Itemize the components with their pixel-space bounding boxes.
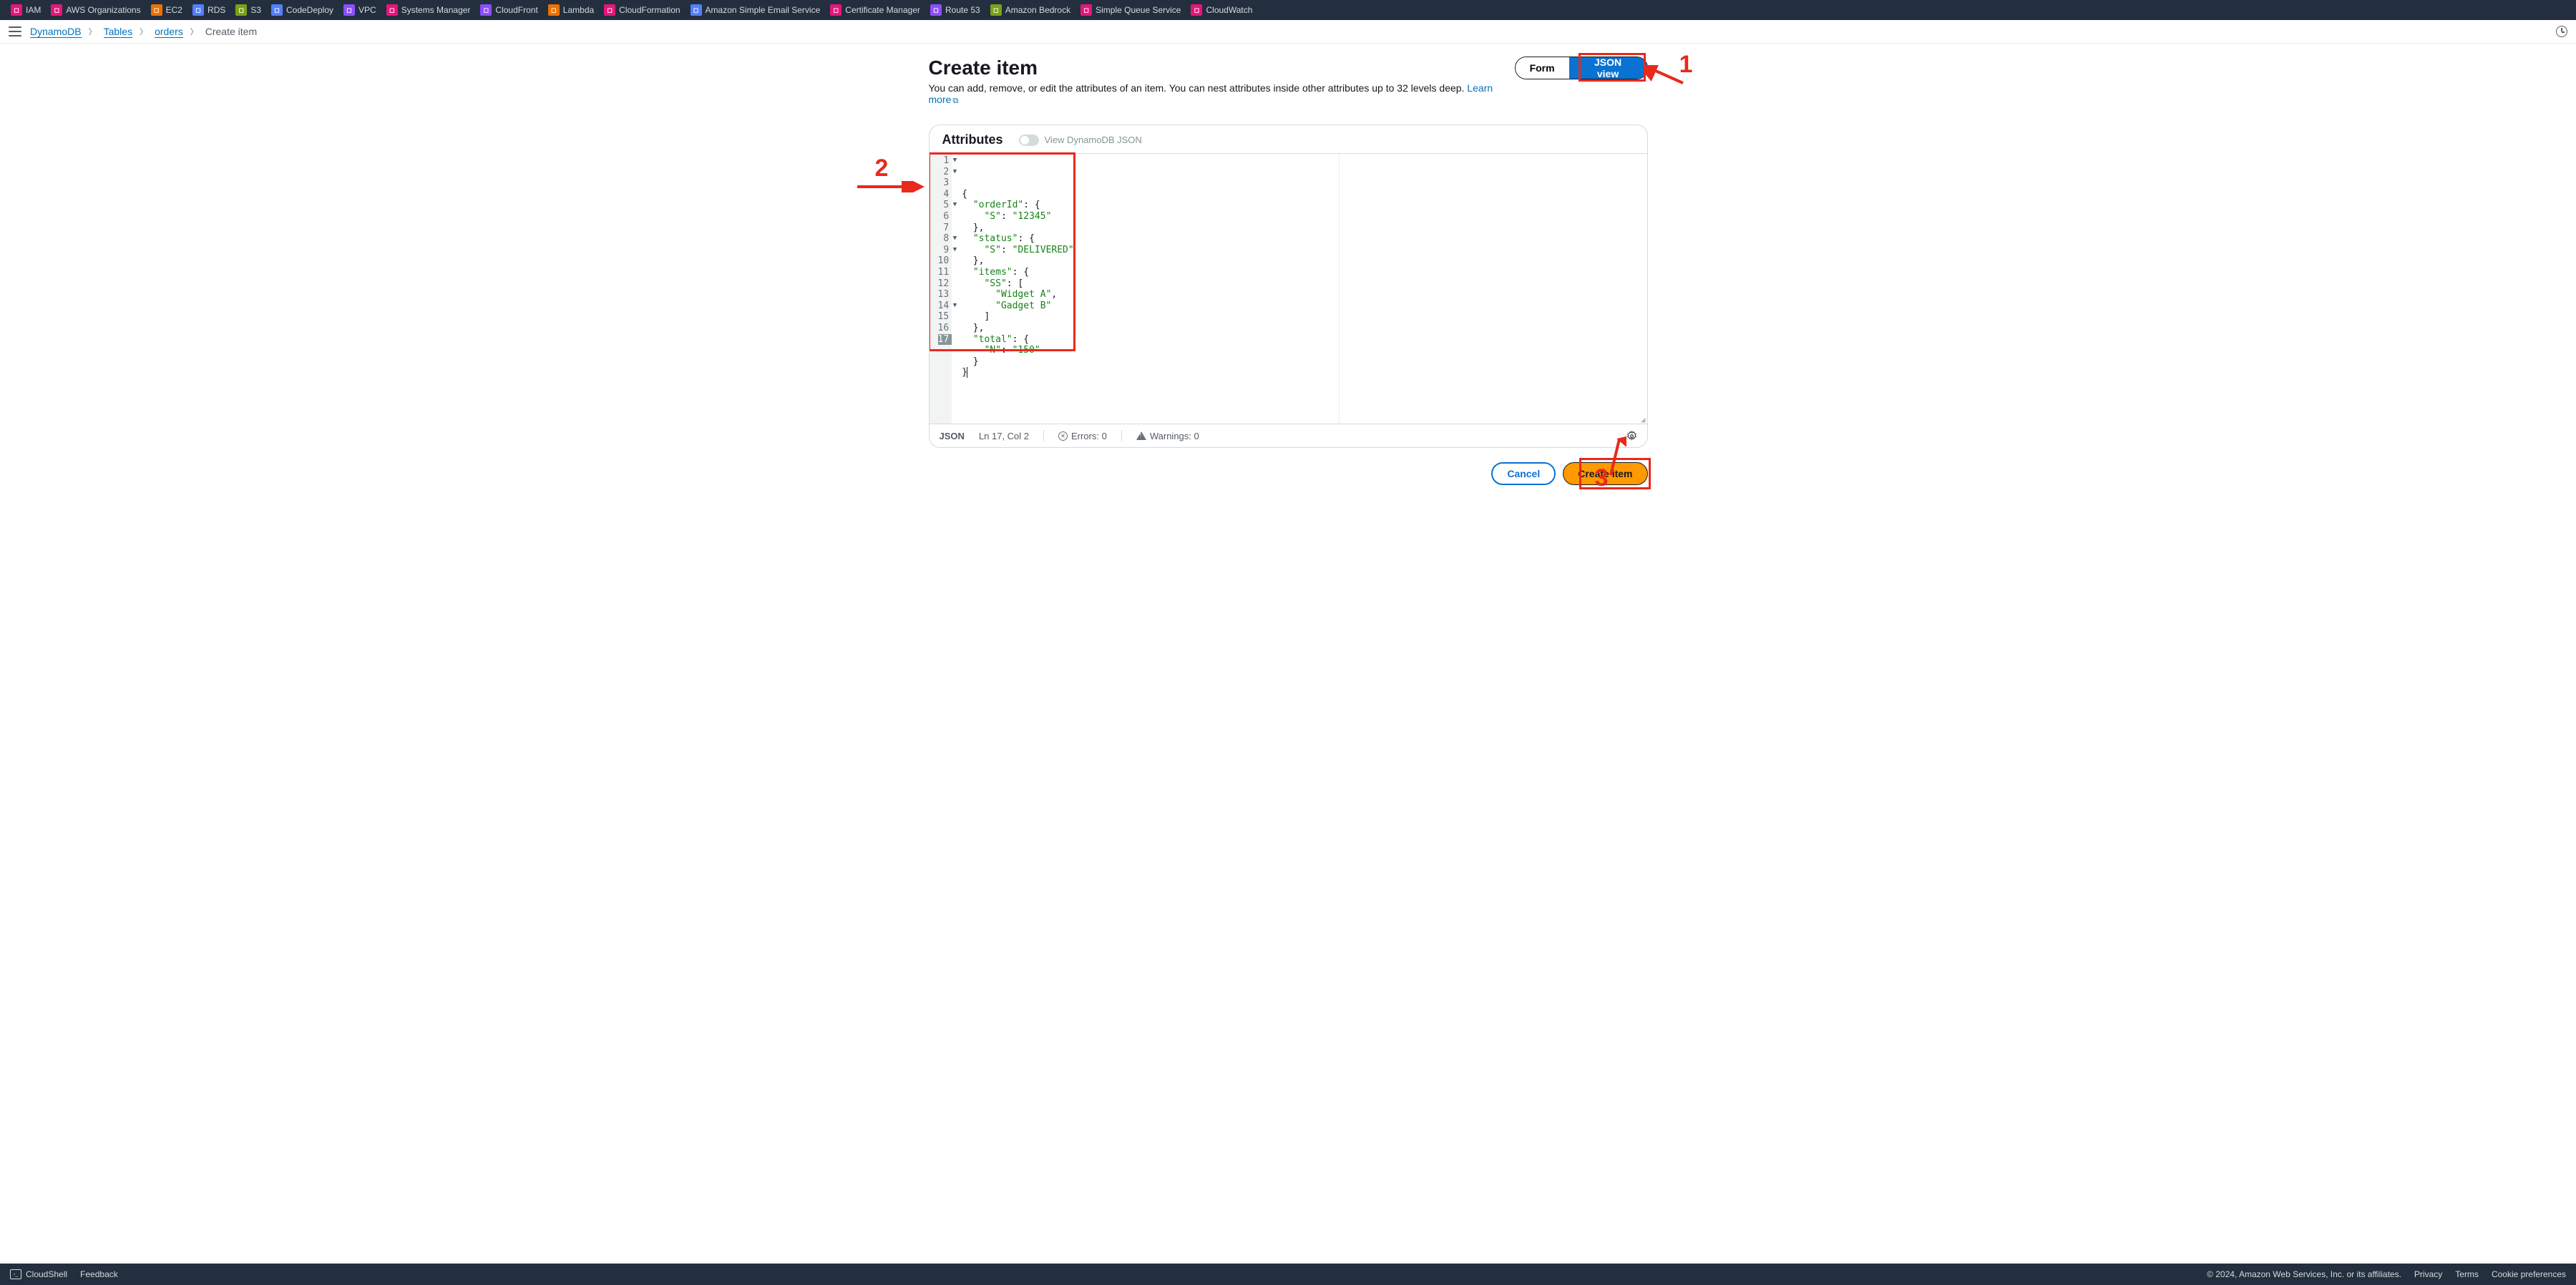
chevron-right-icon: 〉 bbox=[190, 26, 198, 37]
code-line[interactable]: } bbox=[962, 367, 1646, 378]
crumb-orders[interactable]: orders bbox=[155, 26, 183, 38]
cancel-button[interactable]: Cancel bbox=[1491, 462, 1556, 485]
service-rds[interactable]: ◻RDS bbox=[187, 4, 230, 16]
copyright: © 2024, Amazon Web Services, Inc. or its… bbox=[2207, 1269, 2401, 1279]
page-title: Create item bbox=[929, 57, 1515, 79]
service-systems-manager[interactable]: ◻Systems Manager bbox=[381, 4, 476, 16]
service-codedeploy[interactable]: ◻CodeDeploy bbox=[266, 4, 338, 16]
status-errors: ✕ Errors: 0 bbox=[1058, 431, 1107, 441]
main-content: Create item You can add, remove, or edit… bbox=[929, 44, 1648, 514]
service-icon: ◻ bbox=[930, 4, 942, 16]
service-icon: ◻ bbox=[1080, 4, 1092, 16]
status-position: Ln 17, Col 2 bbox=[979, 431, 1029, 441]
privacy-link[interactable]: Privacy bbox=[2414, 1269, 2442, 1279]
service-icon: ◻ bbox=[11, 4, 22, 16]
service-icon: ◻ bbox=[343, 4, 355, 16]
service-icon: ◻ bbox=[1191, 4, 1202, 16]
status-warnings: Warnings: 0 bbox=[1136, 431, 1199, 441]
service-icon: ◻ bbox=[386, 4, 398, 16]
chevron-right-icon: 〉 bbox=[89, 26, 97, 37]
crumb-dynamodb[interactable]: DynamoDB bbox=[30, 26, 82, 38]
annotation-arrow-3 bbox=[1605, 436, 1626, 479]
chevron-right-icon: 〉 bbox=[140, 26, 147, 37]
breadcrumb-bar: DynamoDB 〉 Tables 〉 orders 〉 Create item bbox=[0, 20, 2576, 44]
service-icon: ◻ bbox=[192, 4, 204, 16]
service-icon: ◻ bbox=[51, 4, 62, 16]
ddb-json-toggle-label: View DynamoDB JSON bbox=[1045, 135, 1142, 145]
clock-icon[interactable] bbox=[2556, 26, 2567, 37]
resize-handle-icon[interactable]: ◢ bbox=[1641, 418, 1646, 422]
crumb-current: Create item bbox=[205, 26, 257, 37]
service-amazon-bedrock[interactable]: ◻Amazon Bedrock bbox=[985, 4, 1075, 16]
cloudshell-icon: ›_ bbox=[10, 1269, 21, 1279]
service-icon: ◻ bbox=[235, 4, 247, 16]
service-s3[interactable]: ◻S3 bbox=[230, 4, 266, 16]
form-view-button[interactable]: Form bbox=[1516, 57, 1569, 79]
service-icon: ◻ bbox=[480, 4, 492, 16]
service-lambda[interactable]: ◻Lambda bbox=[543, 4, 599, 16]
service-ec2[interactable]: ◻EC2 bbox=[146, 4, 187, 16]
gear-icon[interactable] bbox=[1626, 431, 1637, 441]
code-line[interactable]: } bbox=[962, 356, 1646, 368]
cloudshell-link[interactable]: ›_ CloudShell bbox=[10, 1269, 67, 1279]
error-icon: ✕ bbox=[1058, 431, 1068, 441]
terms-link[interactable]: Terms bbox=[2455, 1269, 2479, 1279]
service-certificate-manager[interactable]: ◻Certificate Manager bbox=[825, 4, 925, 16]
service-icon: ◻ bbox=[604, 4, 615, 16]
annotation-box-2 bbox=[929, 152, 1075, 351]
service-icon: ◻ bbox=[271, 4, 283, 16]
service-aws-organizations[interactable]: ◻AWS Organizations bbox=[46, 4, 145, 16]
annotation-arrow-2 bbox=[857, 181, 929, 192]
editor-divider bbox=[1339, 154, 1340, 424]
service-simple-queue-service[interactable]: ◻Simple Queue Service bbox=[1075, 4, 1186, 16]
crumb-tables[interactable]: Tables bbox=[104, 26, 132, 38]
action-row: Cancel Create item bbox=[929, 462, 1648, 485]
external-link-icon: ⧉ bbox=[952, 97, 958, 105]
editor-status-bar: JSON Ln 17, Col 2 ✕ Errors: 0 Warnings: … bbox=[930, 424, 1647, 447]
ddb-json-toggle[interactable] bbox=[1019, 135, 1039, 146]
service-icon: ◻ bbox=[990, 4, 1002, 16]
service-vpc[interactable]: ◻VPC bbox=[338, 4, 381, 16]
service-icon: ◻ bbox=[830, 4, 841, 16]
json-editor[interactable]: 1▼2▼345▼678▼9▼1011121314▼151617 { "order… bbox=[930, 153, 1647, 424]
page-description: You can add, remove, or edit the attribu… bbox=[929, 82, 1515, 106]
service-amazon-simple-email-service[interactable]: ◻Amazon Simple Email Service bbox=[686, 4, 826, 16]
service-icon: ◻ bbox=[548, 4, 560, 16]
feedback-link[interactable]: Feedback bbox=[80, 1269, 118, 1279]
status-mode: JSON bbox=[940, 431, 965, 441]
menu-icon[interactable] bbox=[9, 26, 21, 36]
service-iam[interactable]: ◻IAM bbox=[6, 4, 46, 16]
annotation-arrow-1 bbox=[1644, 65, 1687, 87]
service-route-53[interactable]: ◻Route 53 bbox=[925, 4, 985, 16]
breadcrumb: DynamoDB 〉 Tables 〉 orders 〉 Create item bbox=[30, 26, 257, 38]
footer: ›_ CloudShell Feedback © 2024, Amazon We… bbox=[0, 1264, 2576, 1285]
service-icon: ◻ bbox=[151, 4, 162, 16]
service-cloudwatch[interactable]: ◻CloudWatch bbox=[1186, 4, 1257, 16]
warning-icon bbox=[1136, 431, 1146, 440]
service-bar: ◻IAM◻AWS Organizations◻EC2◻RDS◻S3◻CodeDe… bbox=[0, 0, 2576, 20]
attributes-panel: Attributes View DynamoDB JSON 1▼2▼345▼67… bbox=[929, 124, 1648, 448]
cookie-prefs-link[interactable]: Cookie preferences bbox=[2492, 1269, 2566, 1279]
service-cloudformation[interactable]: ◻CloudFormation bbox=[599, 4, 685, 16]
annotation-number-2: 2 bbox=[875, 155, 889, 182]
annotation-box-1 bbox=[1579, 53, 1646, 82]
service-icon: ◻ bbox=[691, 4, 702, 16]
panel-title: Attributes bbox=[942, 132, 1003, 147]
service-cloudfront[interactable]: ◻CloudFront bbox=[475, 4, 542, 16]
